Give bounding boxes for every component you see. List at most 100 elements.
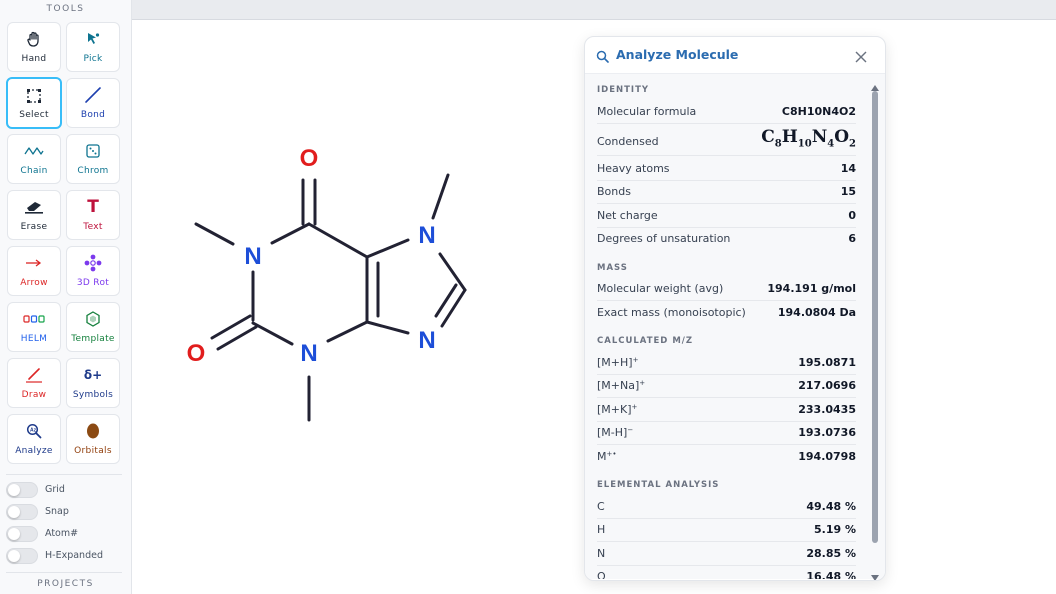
element-symbol: C bbox=[597, 500, 605, 513]
element-symbol: H bbox=[597, 523, 606, 536]
condensed-formula: C8H10N4O2 bbox=[761, 127, 856, 150]
property-value: 14 bbox=[840, 162, 856, 175]
hand-icon bbox=[8, 30, 60, 48]
panel-body: IDENTITY Molecular formula C8H10N4O2 Con… bbox=[585, 74, 885, 579]
tool-3d-rot-button[interactable]: 3D Rot bbox=[66, 246, 120, 296]
property-row-unsaturation: Degrees of unsaturation 6 bbox=[597, 228, 856, 250]
tool-label: Arrow bbox=[20, 278, 48, 288]
element-percent: 5.19 % bbox=[814, 523, 856, 536]
toggle-switch[interactable] bbox=[6, 482, 38, 498]
element-symbol: O bbox=[597, 570, 606, 579]
pointer-icon bbox=[67, 30, 119, 48]
projects-section-title: PROJECTS bbox=[37, 579, 94, 589]
close-icon[interactable] bbox=[855, 48, 867, 67]
tool-pick-button[interactable]: Pick bbox=[66, 22, 120, 72]
mz-row: [M+H]+ 195.0871 bbox=[597, 352, 856, 375]
property-label: Bonds bbox=[597, 185, 631, 198]
mz-row: [M-H]− 193.0736 bbox=[597, 422, 856, 445]
tool-label: Select bbox=[19, 110, 49, 120]
tool-label: Orbitals bbox=[74, 446, 112, 456]
element-percent: 28.85 % bbox=[806, 547, 856, 560]
ion-label: M+• bbox=[597, 450, 617, 463]
text-t-icon: T bbox=[87, 197, 99, 217]
arrow-right-icon bbox=[8, 254, 60, 272]
hexagon-template-icon bbox=[67, 310, 119, 328]
analyze-molecule-panel: Analyze Molecule IDENTITY Molecular form… bbox=[584, 36, 886, 581]
scrollbar-thumb[interactable] bbox=[872, 91, 878, 543]
section-title-identity: IDENTITY bbox=[597, 85, 650, 95]
pencil-icon bbox=[8, 366, 60, 384]
property-row-net-charge: Net charge 0 bbox=[597, 205, 856, 228]
mz-value: 195.0871 bbox=[798, 356, 856, 369]
toggle-switch[interactable] bbox=[6, 504, 38, 520]
tool-erase-button[interactable]: Erase bbox=[7, 190, 61, 240]
elemental-row: O 16.48 % bbox=[597, 566, 856, 579]
tool-hand-button[interactable]: Hand bbox=[7, 22, 61, 72]
property-label: Molecular weight (avg) bbox=[597, 282, 724, 295]
tool-chain-button[interactable]: Chain bbox=[7, 134, 61, 184]
toggle-label: Atom# bbox=[45, 528, 79, 539]
ion-label: [M+Na]+ bbox=[597, 379, 646, 392]
section-title-mz: CALCULATED M/Z bbox=[597, 336, 694, 346]
panel-header: Analyze Molecule bbox=[585, 37, 885, 74]
property-row-bonds: Bonds 15 bbox=[597, 181, 856, 204]
tool-label: 3D Rot bbox=[76, 278, 110, 288]
property-row-exact-mass: Exact mass (monoisotopic) 194.0804 Da bbox=[597, 302, 856, 324]
tool-text-button[interactable]: T Text bbox=[66, 190, 120, 240]
property-row-formula: Molecular formula C8H10N4O2 bbox=[597, 101, 856, 124]
top-bar bbox=[132, 0, 1056, 20]
panel-title: Analyze Molecule bbox=[616, 47, 739, 62]
tool-helm-button[interactable]: HELM bbox=[7, 302, 61, 352]
element-percent: 49.48 % bbox=[806, 500, 856, 513]
ion-label: [M-H]− bbox=[597, 426, 634, 439]
tool-sidebar: TOOLS Hand Pick Select Bond Chain Chrom … bbox=[0, 0, 132, 594]
search-icon bbox=[596, 48, 609, 67]
mz-row: [M+K]+ 233.0435 bbox=[597, 399, 856, 422]
property-row-molecular-weight: Molecular weight (avg) 194.191 g/mol bbox=[597, 278, 856, 301]
property-label: Heavy atoms bbox=[597, 162, 670, 175]
tool-label: Pick bbox=[83, 54, 103, 64]
tool-label: Hand bbox=[21, 54, 47, 64]
panel-scrollbar[interactable] bbox=[871, 77, 879, 580]
tool-chrom-button[interactable]: Chrom bbox=[66, 134, 120, 184]
property-label: Exact mass (monoisotopic) bbox=[597, 306, 746, 319]
element-symbol: N bbox=[597, 547, 606, 560]
sidebar-divider bbox=[6, 474, 122, 475]
tool-orbitals-button[interactable]: Orbitals bbox=[66, 414, 120, 464]
sidebar-divider bbox=[6, 572, 122, 573]
eraser-icon bbox=[8, 198, 60, 216]
mz-row: M+• 194.0798 bbox=[597, 446, 856, 468]
property-row-condensed: Condensed C8H10N4O2 bbox=[597, 125, 856, 156]
mz-value: 233.0435 bbox=[798, 403, 856, 416]
property-value: 15 bbox=[840, 185, 856, 198]
element-percent: 16.48 % bbox=[806, 570, 856, 579]
zigzag-chain-icon bbox=[8, 142, 60, 160]
tool-template-button[interactable]: Template bbox=[66, 302, 120, 352]
tool-label: Analyze bbox=[15, 446, 53, 456]
property-row-heavy-atoms: Heavy atoms 14 bbox=[597, 158, 856, 181]
tool-bond-button[interactable]: Bond bbox=[66, 78, 120, 128]
tools-section-title: TOOLS bbox=[46, 4, 85, 14]
tool-symbols-button[interactable]: δ+ Symbols bbox=[66, 358, 120, 408]
mz-value: 217.0696 bbox=[798, 379, 856, 392]
tool-label: Symbols bbox=[72, 390, 114, 400]
tool-draw-button[interactable]: Draw bbox=[7, 358, 61, 408]
property-label: Molecular formula bbox=[597, 105, 697, 118]
elemental-row: N 28.85 % bbox=[597, 543, 856, 566]
section-title-mass: MASS bbox=[597, 263, 628, 273]
tool-arrow-button[interactable]: Arrow bbox=[7, 246, 61, 296]
tool-label: Text bbox=[83, 222, 103, 232]
tool-analyze-button[interactable]: Az Analyze bbox=[7, 414, 61, 464]
property-value: C8H10N4O2 bbox=[781, 105, 856, 118]
toggle-switch[interactable] bbox=[6, 548, 38, 564]
mz-row: [M+Na]+ 217.0696 bbox=[597, 375, 856, 398]
tool-select-button[interactable]: Select bbox=[6, 77, 62, 129]
elemental-row: C 49.48 % bbox=[597, 496, 856, 519]
ion-label: [M+H]+ bbox=[597, 356, 639, 369]
toggle-switch[interactable] bbox=[6, 526, 38, 542]
magnifier-analyze-icon: Az bbox=[8, 422, 60, 440]
property-value: 0 bbox=[848, 209, 856, 222]
property-value: 194.191 g/mol bbox=[767, 282, 856, 295]
mz-value: 194.0798 bbox=[798, 450, 856, 463]
scroll-down-icon[interactable] bbox=[871, 567, 879, 580]
